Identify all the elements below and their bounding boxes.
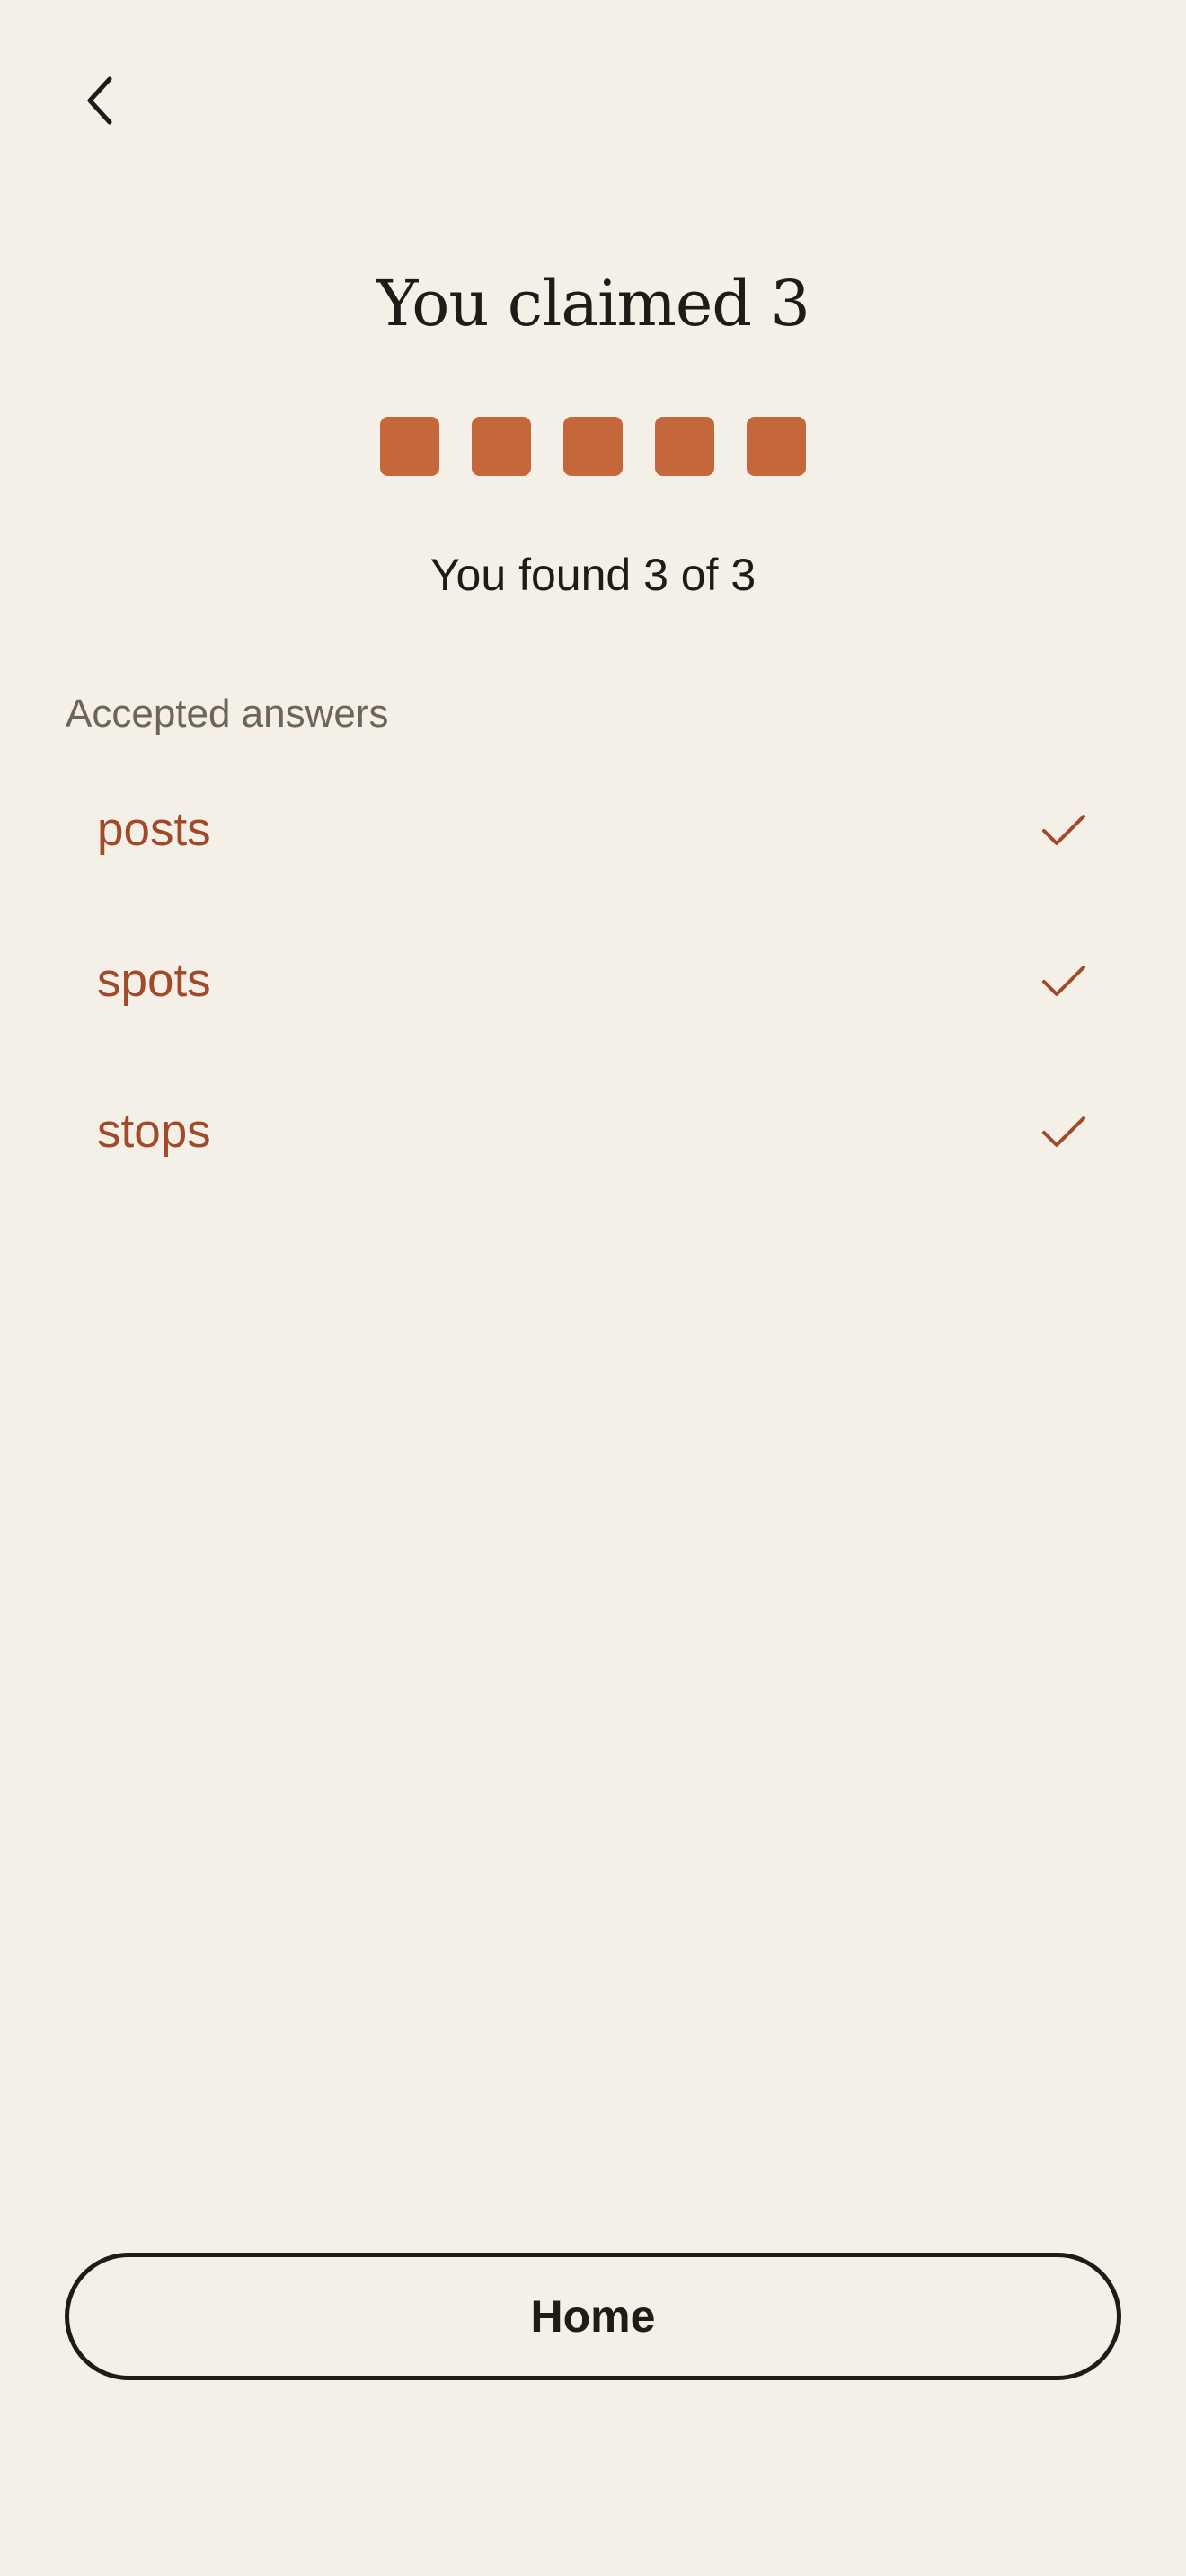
answer-label: stops (97, 1105, 211, 1158)
chevron-left-icon (83, 74, 119, 128)
result-summary: You found 3 of 3 (429, 550, 757, 600)
check-icon (1042, 966, 1085, 996)
check-icon (1042, 815, 1085, 845)
page-title: You claimed 3 (376, 267, 810, 340)
result-tile (655, 417, 714, 476)
accepted-answers-heading: Accepted answers (66, 692, 389, 736)
back-button[interactable] (65, 65, 137, 137)
answer-label: posts (97, 803, 211, 856)
result-tiles (0, 417, 1186, 476)
answer-label: spots (97, 954, 211, 1007)
result-tile (747, 417, 806, 476)
accepted-answers-list: posts spots stops (0, 754, 1186, 1207)
answer-item-spots: spots (0, 905, 1186, 1056)
answer-item-stops: stops (0, 1056, 1186, 1207)
answer-item-posts: posts (0, 754, 1186, 905)
result-tile (472, 417, 531, 476)
result-tile (380, 417, 439, 476)
result-tile (563, 417, 623, 476)
check-icon (1042, 1116, 1085, 1147)
home-button[interactable]: Home (65, 2253, 1121, 2380)
